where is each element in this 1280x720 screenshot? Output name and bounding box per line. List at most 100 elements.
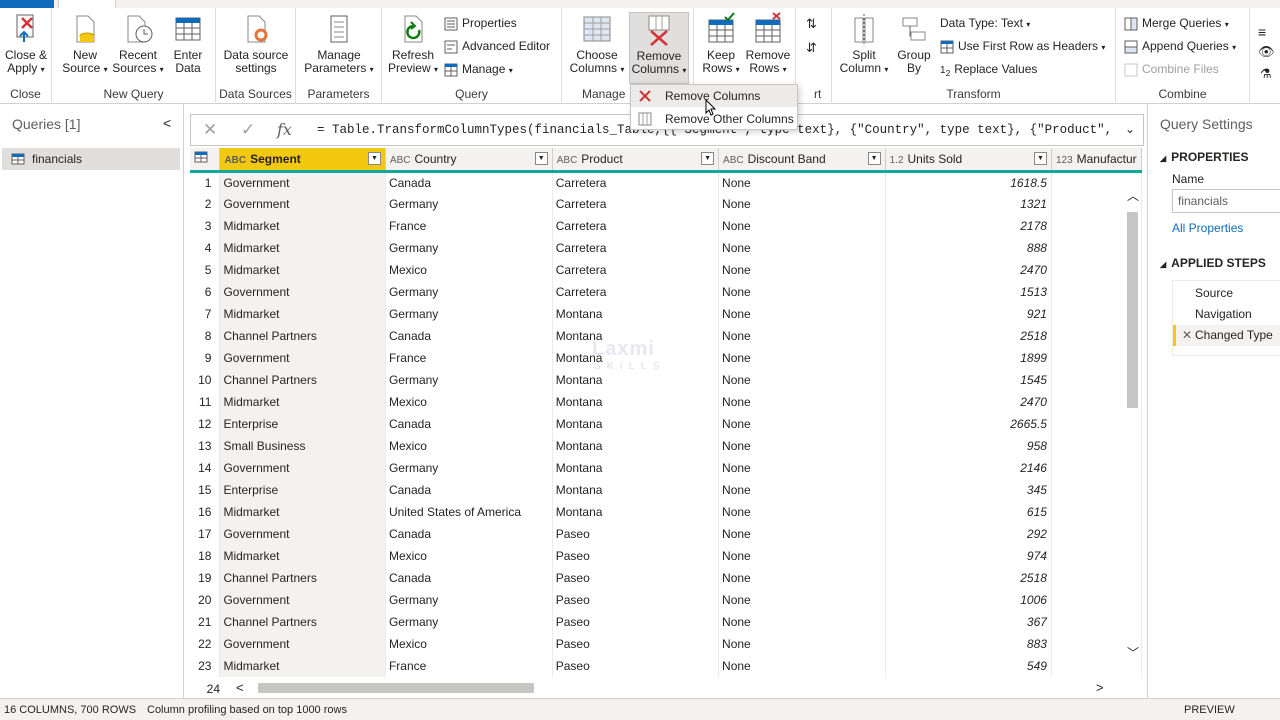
table-cell[interactable]: 615 — [885, 501, 1052, 523]
table-cell[interactable]: Enterprise — [219, 413, 386, 435]
table-cell[interactable]: Midmarket — [219, 655, 386, 677]
table-row[interactable]: 3 Midmarket France Carretera None 2178 — [190, 215, 1142, 237]
table-cell[interactable]: 2178 — [885, 215, 1052, 237]
table-cell[interactable]: Government — [219, 347, 386, 369]
column-filter-dropdown-icon[interactable]: ▼ — [534, 152, 548, 165]
table-row[interactable]: 8 Channel Partners Canada Montana None 2518 — [190, 325, 1142, 347]
status-profiling[interactable]: Column profiling based on top 1000 rows — [147, 699, 347, 720]
all-properties-link[interactable]: All Properties — [1172, 221, 1243, 235]
column-type-icon[interactable]: ABC — [723, 155, 744, 166]
query-name-field[interactable]: financials — [1172, 189, 1280, 213]
table-row[interactable]: 2 Government Germany Carretera None 1321 — [190, 193, 1142, 215]
advanced-editor-button[interactable]: Advanced Editor — [444, 36, 550, 56]
table-cell[interactable]: Mexico — [385, 259, 553, 281]
vertical-scroll-thumb[interactable] — [1127, 212, 1138, 408]
table-cell[interactable]: Montana — [552, 303, 720, 325]
table-cell[interactable]: Channel Partners — [219, 611, 386, 633]
table-cell[interactable]: None — [718, 633, 886, 655]
table-row[interactable]: 20 Government Germany Paseo None 1006 — [190, 589, 1142, 611]
chevron-up-icon[interactable]: ︿ — [1127, 187, 1139, 204]
table-row[interactable]: 7 Midmarket Germany Montana None 921 — [190, 303, 1142, 325]
table-cell[interactable]: Germany — [385, 303, 553, 325]
menu-lines-icon[interactable]: ≡ — [1258, 22, 1266, 42]
table-cell[interactable]: Germany — [385, 193, 553, 215]
table-cell[interactable]: None — [718, 281, 886, 303]
column-header[interactable]: ABC Country ▼ — [385, 148, 553, 173]
table-cell[interactable]: None — [718, 545, 886, 567]
table-cell[interactable]: Paseo — [552, 523, 720, 545]
remove-columns-button[interactable]: Remove Columns ▾ — [629, 12, 689, 84]
table-cell[interactable]: Canada — [385, 413, 553, 435]
table-cell[interactable]: Paseo — [552, 633, 720, 655]
table-row[interactable]: 13 Small Business Mexico Montana None 958 — [190, 435, 1142, 457]
query-item-financials[interactable]: financials — [2, 148, 180, 170]
table-cell[interactable]: Montana — [552, 413, 720, 435]
table-cell[interactable]: 1321 — [885, 193, 1052, 215]
table-cell[interactable]: Carretera — [552, 193, 720, 215]
table-cell[interactable]: None — [718, 479, 886, 501]
table-cell[interactable]: 2470 — [885, 259, 1052, 281]
table-cell[interactable]: 1899 — [885, 347, 1052, 369]
table-cell[interactable]: Government — [219, 589, 386, 611]
table-cell[interactable]: Canada — [385, 479, 553, 501]
table-row[interactable]: 16 Midmarket United States of America Monta… — [190, 501, 1142, 523]
table-cell[interactable]: Midmarket — [219, 303, 386, 325]
table-row[interactable]: 18 Midmarket Mexico Paseo None 974 — [190, 545, 1142, 567]
data-type-dropdown[interactable]: Data Type: Text ▾ — [940, 13, 1030, 33]
column-header[interactable]: ABC Product ▼ — [552, 148, 720, 173]
table-cell[interactable]: None — [718, 193, 886, 215]
table-cell[interactable]: Carretera — [552, 171, 720, 193]
table-cell[interactable]: 921 — [885, 303, 1052, 325]
table-cell[interactable]: 292 — [885, 523, 1052, 545]
table-cell[interactable]: 1006 — [885, 589, 1052, 611]
table-cell[interactable]: Government — [219, 281, 386, 303]
table-cell[interactable]: 2518 — [885, 325, 1052, 347]
table-cell[interactable]: 883 — [885, 633, 1052, 655]
table-cell[interactable]: None — [718, 523, 886, 545]
table-cell[interactable]: Canada — [385, 567, 553, 589]
table-cell[interactable]: 549 — [885, 655, 1052, 677]
table-cell[interactable]: None — [718, 413, 886, 435]
table-row[interactable]: 15 Enterprise Canada Montana None 345 — [190, 479, 1142, 501]
append-queries-button[interactable]: Append Queries ▾ — [1124, 36, 1236, 56]
table-row[interactable]: 4 Midmarket Germany Carretera None 888 — [190, 237, 1142, 259]
flask-icon[interactable]: ⚗ — [1260, 64, 1272, 84]
manage-dropdown[interactable]: Manage ▾ — [444, 59, 513, 79]
table-cell[interactable]: None — [718, 435, 886, 457]
table-row[interactable]: 23 Midmarket France Paseo None 549 — [190, 655, 1142, 677]
column-header[interactable]: 1.2 Units Sold ▼ — [885, 148, 1052, 173]
table-cell[interactable]: Mexico — [385, 391, 553, 413]
properties-heading[interactable]: ◢ PROPERTIES — [1160, 150, 1249, 164]
table-cell[interactable]: None — [718, 655, 886, 677]
table-cell[interactable]: Channel Partners — [219, 567, 386, 589]
table-cell[interactable]: None — [718, 347, 886, 369]
table-cell[interactable]: 2146 — [885, 457, 1052, 479]
table-cell[interactable]: 1513 — [885, 281, 1052, 303]
applied-steps-heading[interactable]: ◢ APPLIED STEPS — [1160, 256, 1266, 270]
table-cell[interactable]: Midmarket — [219, 215, 386, 237]
table-cell[interactable]: Enterprise — [219, 479, 386, 501]
table-cell[interactable]: Montana — [552, 501, 720, 523]
table-cell[interactable]: Germany — [385, 589, 553, 611]
chevron-right-icon[interactable]: > — [1096, 680, 1104, 695]
table-cell[interactable]: 367 — [885, 611, 1052, 633]
table-cell[interactable]: Montana — [552, 325, 720, 347]
horizontal-scrollbar[interactable]: < > — [226, 680, 1124, 697]
chevron-left-icon[interactable]: < — [236, 680, 244, 695]
table-cell[interactable]: Midmarket — [219, 391, 386, 413]
table-cell[interactable]: Paseo — [552, 545, 720, 567]
table-cell[interactable]: Midmarket — [219, 501, 386, 523]
table-cell[interactable]: Canada — [385, 171, 553, 193]
table-row[interactable]: 17 Government Canada Paseo None 292 — [190, 523, 1142, 545]
table-select-all[interactable] — [190, 148, 221, 173]
tab-file[interactable] — [0, 0, 54, 8]
table-cell[interactable]: Carretera — [552, 259, 720, 281]
recent-sources-button[interactable]: Recent Sources ▾ — [112, 12, 164, 84]
table-cell[interactable]: Mexico — [385, 545, 553, 567]
vertical-scrollbar[interactable]: ︿ ﹀ — [1124, 182, 1141, 680]
table-row[interactable]: 10 Channel Partners Germany Montana None 1545 — [190, 369, 1142, 391]
step-source[interactable]: Source — [1173, 283, 1280, 304]
table-cell[interactable]: Germany — [385, 457, 553, 479]
table-cell[interactable]: 1618.5 — [885, 171, 1052, 193]
table-cell[interactable]: Channel Partners — [219, 369, 386, 391]
